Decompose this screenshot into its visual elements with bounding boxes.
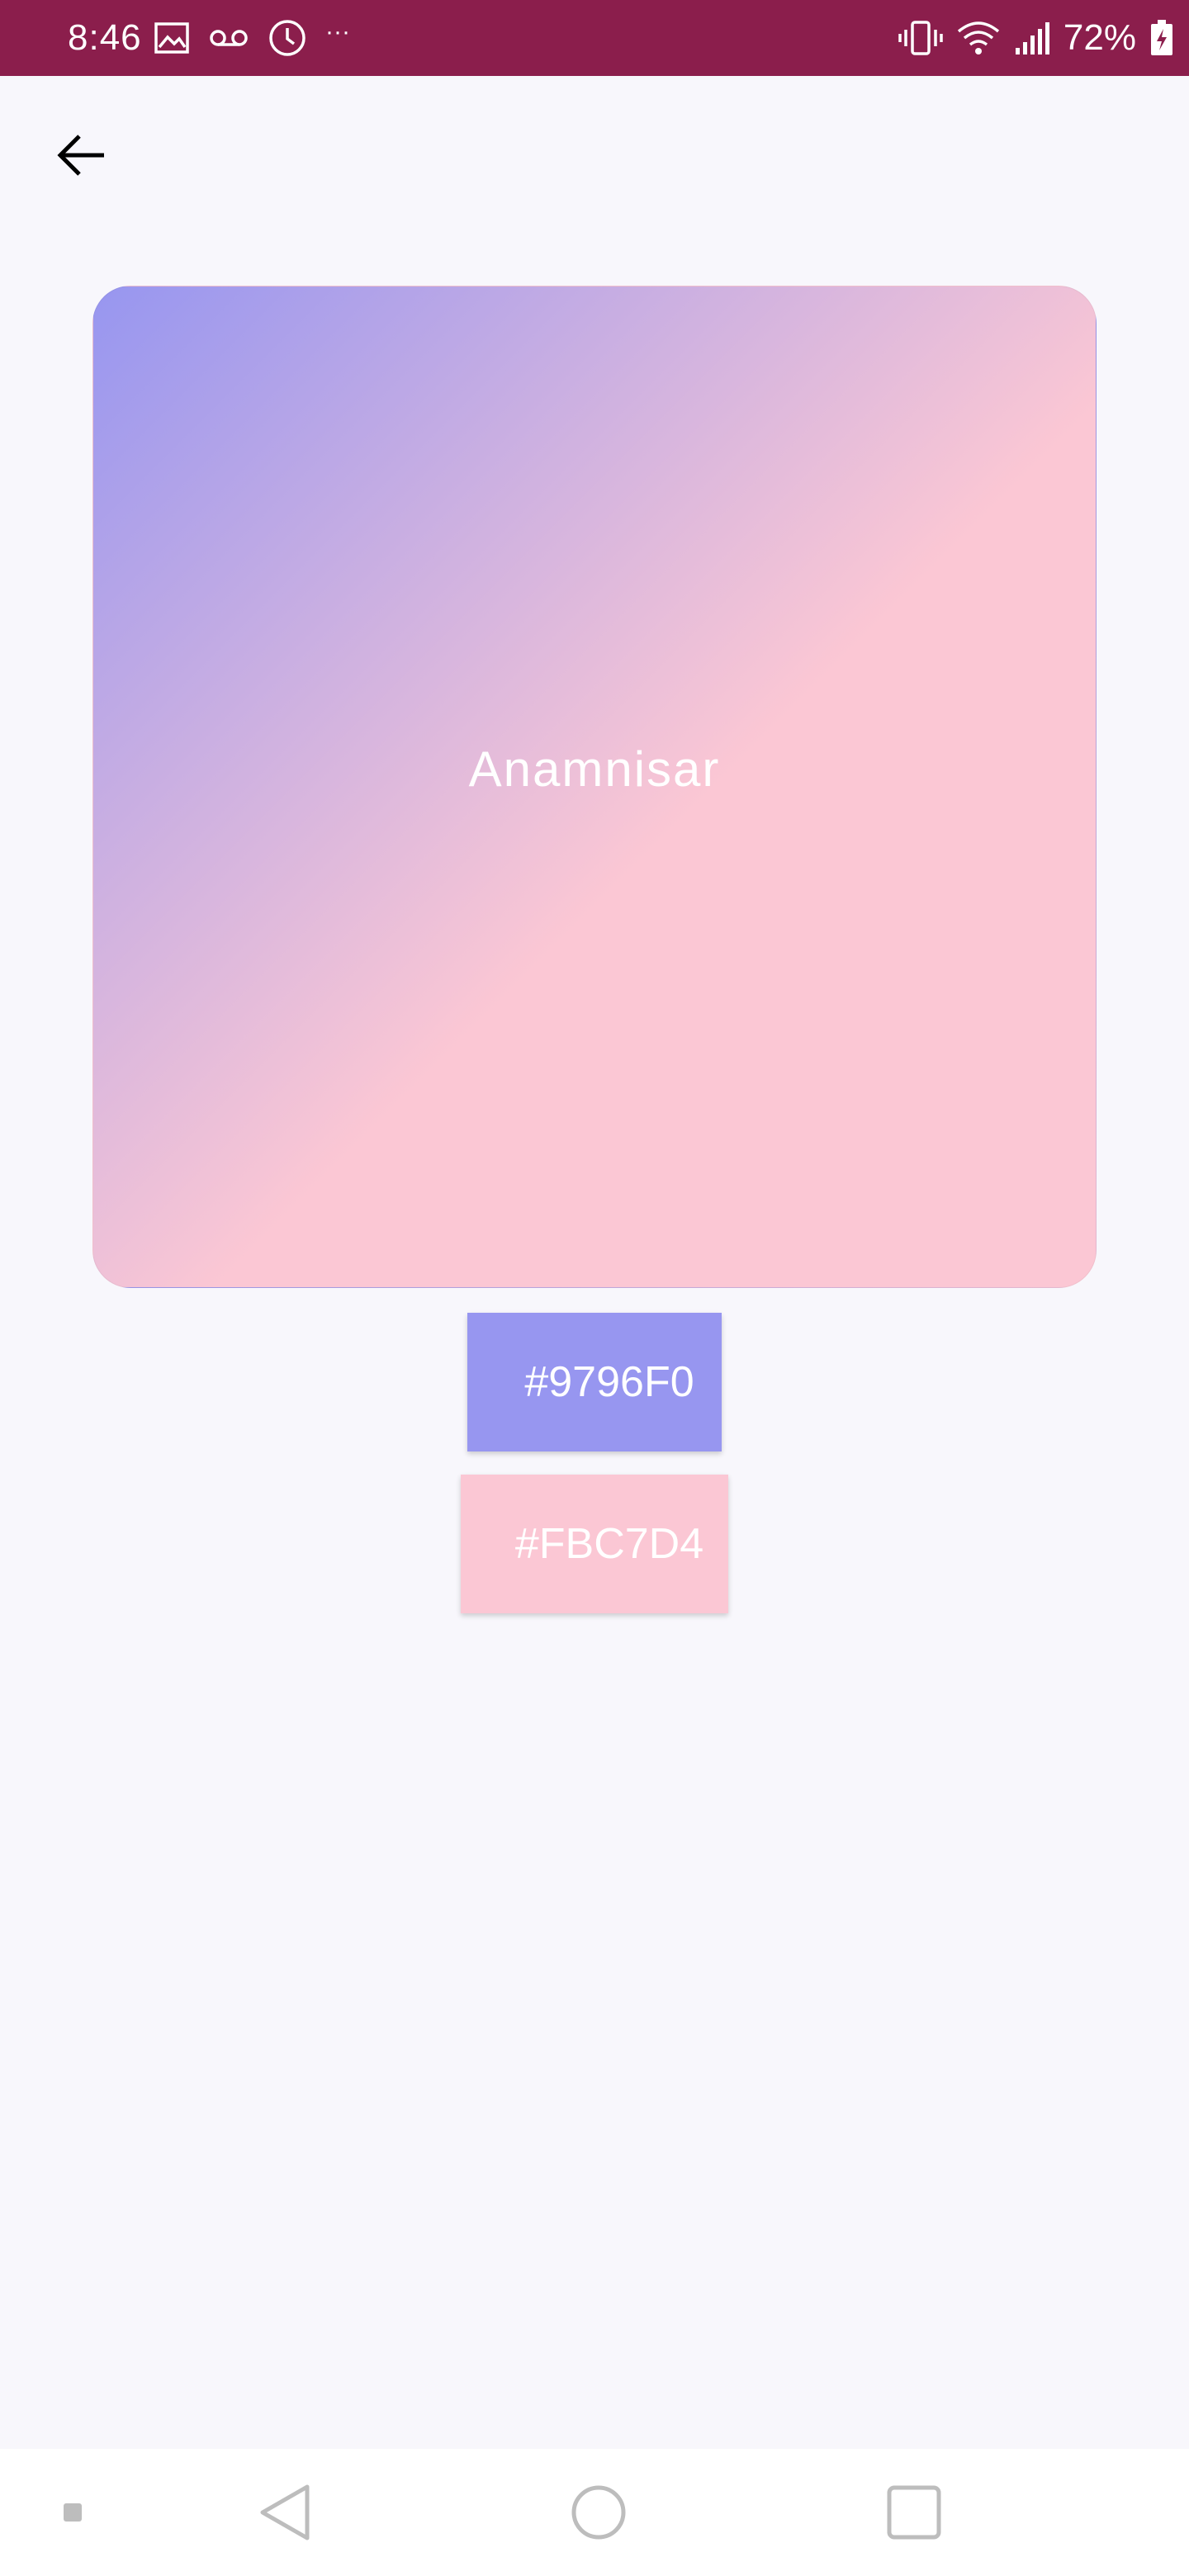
color-chip-start[interactable]: #9796F0 (467, 1313, 722, 1451)
overflow-dots: ··· (325, 18, 350, 45)
status-time: 8:46 (68, 17, 142, 58)
gradient-detail-screen: 8:46 ··· 72% Anamnisar #9796F0 #FBC7D4 (0, 0, 1189, 2576)
nav-back-button[interactable] (239, 2449, 330, 2576)
color-chip-end[interactable]: #FBC7D4 (461, 1475, 728, 1613)
back-button[interactable] (41, 116, 121, 195)
nav-recents-dot[interactable] (48, 2449, 97, 2576)
clock-icon (268, 18, 307, 58)
home-circle-icon (571, 2485, 626, 2540)
gradient-preview-card[interactable]: Anamnisar (92, 286, 1097, 1288)
gradient-name: Anamnisar (468, 741, 721, 797)
system-icons: 72% (885, 15, 1174, 61)
image-icon (154, 21, 190, 54)
battery-percent: 72% (1063, 17, 1136, 58)
color-chip-label: #FBC7D4 (514, 1520, 704, 1568)
signal-icon (1014, 20, 1052, 56)
battery-charging-icon (1149, 19, 1174, 57)
overview-square-icon (887, 2485, 941, 2540)
color-chip-label: #9796F0 (524, 1358, 694, 1406)
arrow-back-icon (57, 135, 104, 176)
wifi-icon (956, 20, 1001, 56)
nav-home-button[interactable] (553, 2449, 644, 2576)
vibrate-icon (898, 20, 943, 56)
back-triangle-icon (260, 2484, 310, 2540)
system-navigation-bar (0, 2449, 1189, 2576)
notification-icons: ··· (154, 15, 350, 61)
status-bar: 8:46 ··· 72% (0, 0, 1189, 76)
recents-dot-icon (64, 2503, 82, 2522)
voicemail-icon (208, 26, 249, 50)
nav-overview-button[interactable] (869, 2449, 959, 2576)
